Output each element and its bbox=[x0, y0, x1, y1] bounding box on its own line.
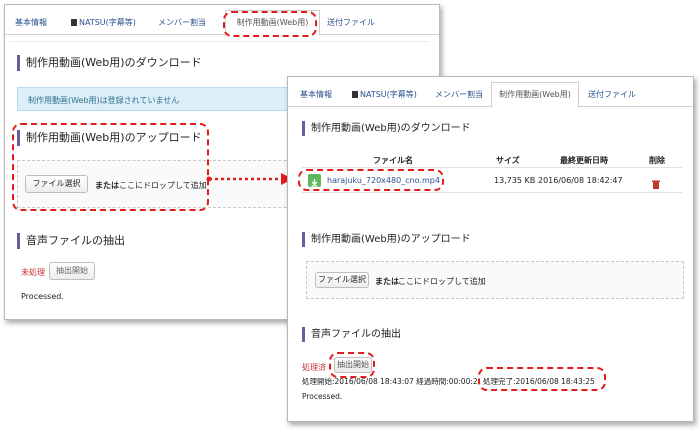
document-icon bbox=[71, 19, 77, 26]
tab-basic-info[interactable]: 基本情報 bbox=[300, 89, 332, 100]
tab-basic-info[interactable]: 基本情報 bbox=[15, 17, 47, 28]
table-header-divider bbox=[302, 167, 682, 168]
drop-or-text: または bbox=[95, 181, 119, 190]
tab-production-video[interactable]: 制作用動画(Web用) bbox=[225, 10, 320, 36]
tab-natsu[interactable]: NATSU(字幕等) bbox=[71, 17, 136, 28]
table-row-divider bbox=[302, 192, 682, 193]
document-icon bbox=[352, 91, 358, 98]
tab-send-files[interactable]: 送付ファイル bbox=[588, 89, 636, 100]
download-heading: 制作用動画(Web用)のダウンロード bbox=[302, 121, 471, 136]
drop-text: ここにドロップして追加 bbox=[119, 181, 207, 190]
tab-bar: 基本情報 NATSU(字幕等) メンバー割当 制作用動画(Web用) 送付ファイ… bbox=[5, 5, 439, 36]
file-link[interactable]: harajuku_720x480_cno.mp4 bbox=[327, 176, 440, 185]
status-processed: 処理済 bbox=[302, 363, 326, 372]
processed-text: Processed. bbox=[21, 292, 64, 301]
upload-heading: 制作用動画(Web用)のアップロード bbox=[302, 232, 471, 247]
download-heading: 制作用動画(Web用)のダウンロード bbox=[17, 55, 202, 71]
status-unprocessed: 未処理 bbox=[21, 268, 45, 277]
download-icon[interactable] bbox=[308, 174, 321, 187]
tab-natsu-label: NATSU(字幕等) bbox=[360, 90, 417, 99]
drop-or-text: または bbox=[375, 277, 399, 286]
extract-start-button[interactable]: 抽出開始 bbox=[49, 262, 95, 280]
tab-production-video[interactable]: 制作用動画(Web用) bbox=[491, 82, 579, 108]
extract-start-button[interactable]: 抽出開始 bbox=[334, 357, 372, 373]
audio-heading: 音声ファイルの抽出 bbox=[302, 327, 401, 342]
column-filename: ファイル名 bbox=[373, 156, 413, 165]
annotation-arrow bbox=[206, 173, 293, 185]
file-select-button[interactable]: ファイル選択 bbox=[25, 175, 88, 193]
process-complete-info: 処理完了:2016/06/08 18:43:25 bbox=[483, 377, 595, 386]
file-size: 13,735 KB bbox=[494, 176, 536, 185]
column-modified: 最終更新日時 bbox=[560, 156, 608, 165]
tab-member[interactable]: メンバー割当 bbox=[435, 89, 483, 100]
column-delete: 削除 bbox=[649, 156, 665, 165]
tab-bar: 基本情報 NATSU(字幕等) メンバー割当 制作用動画(Web用) 送付ファイ… bbox=[288, 77, 693, 108]
file-select-button[interactable]: ファイル選択 bbox=[315, 272, 369, 288]
processed-text: Processed. bbox=[302, 392, 343, 401]
front-window: 基本情報 NATSU(字幕等) メンバー割当 制作用動画(Web用) 送付ファイ… bbox=[287, 76, 694, 422]
upload-heading: 制作用動画(Web用)のアップロード bbox=[17, 130, 202, 146]
tab-natsu-label: NATSU(字幕等) bbox=[79, 18, 136, 27]
drop-text: ここにドロップして追加 bbox=[398, 277, 486, 286]
audio-heading: 音声ファイルの抽出 bbox=[17, 233, 125, 249]
file-modified: 2016/06/08 18:42:47 bbox=[538, 176, 623, 185]
tab-send-files[interactable]: 送付ファイル bbox=[327, 17, 375, 28]
process-start-info: 処理開始:2016/06/08 18:43:07 経過時間:00:00:2 bbox=[302, 377, 478, 386]
column-size: サイズ bbox=[496, 156, 520, 165]
tab-natsu[interactable]: NATSU(字幕等) bbox=[352, 89, 417, 100]
tab-member[interactable]: メンバー割当 bbox=[158, 17, 206, 28]
